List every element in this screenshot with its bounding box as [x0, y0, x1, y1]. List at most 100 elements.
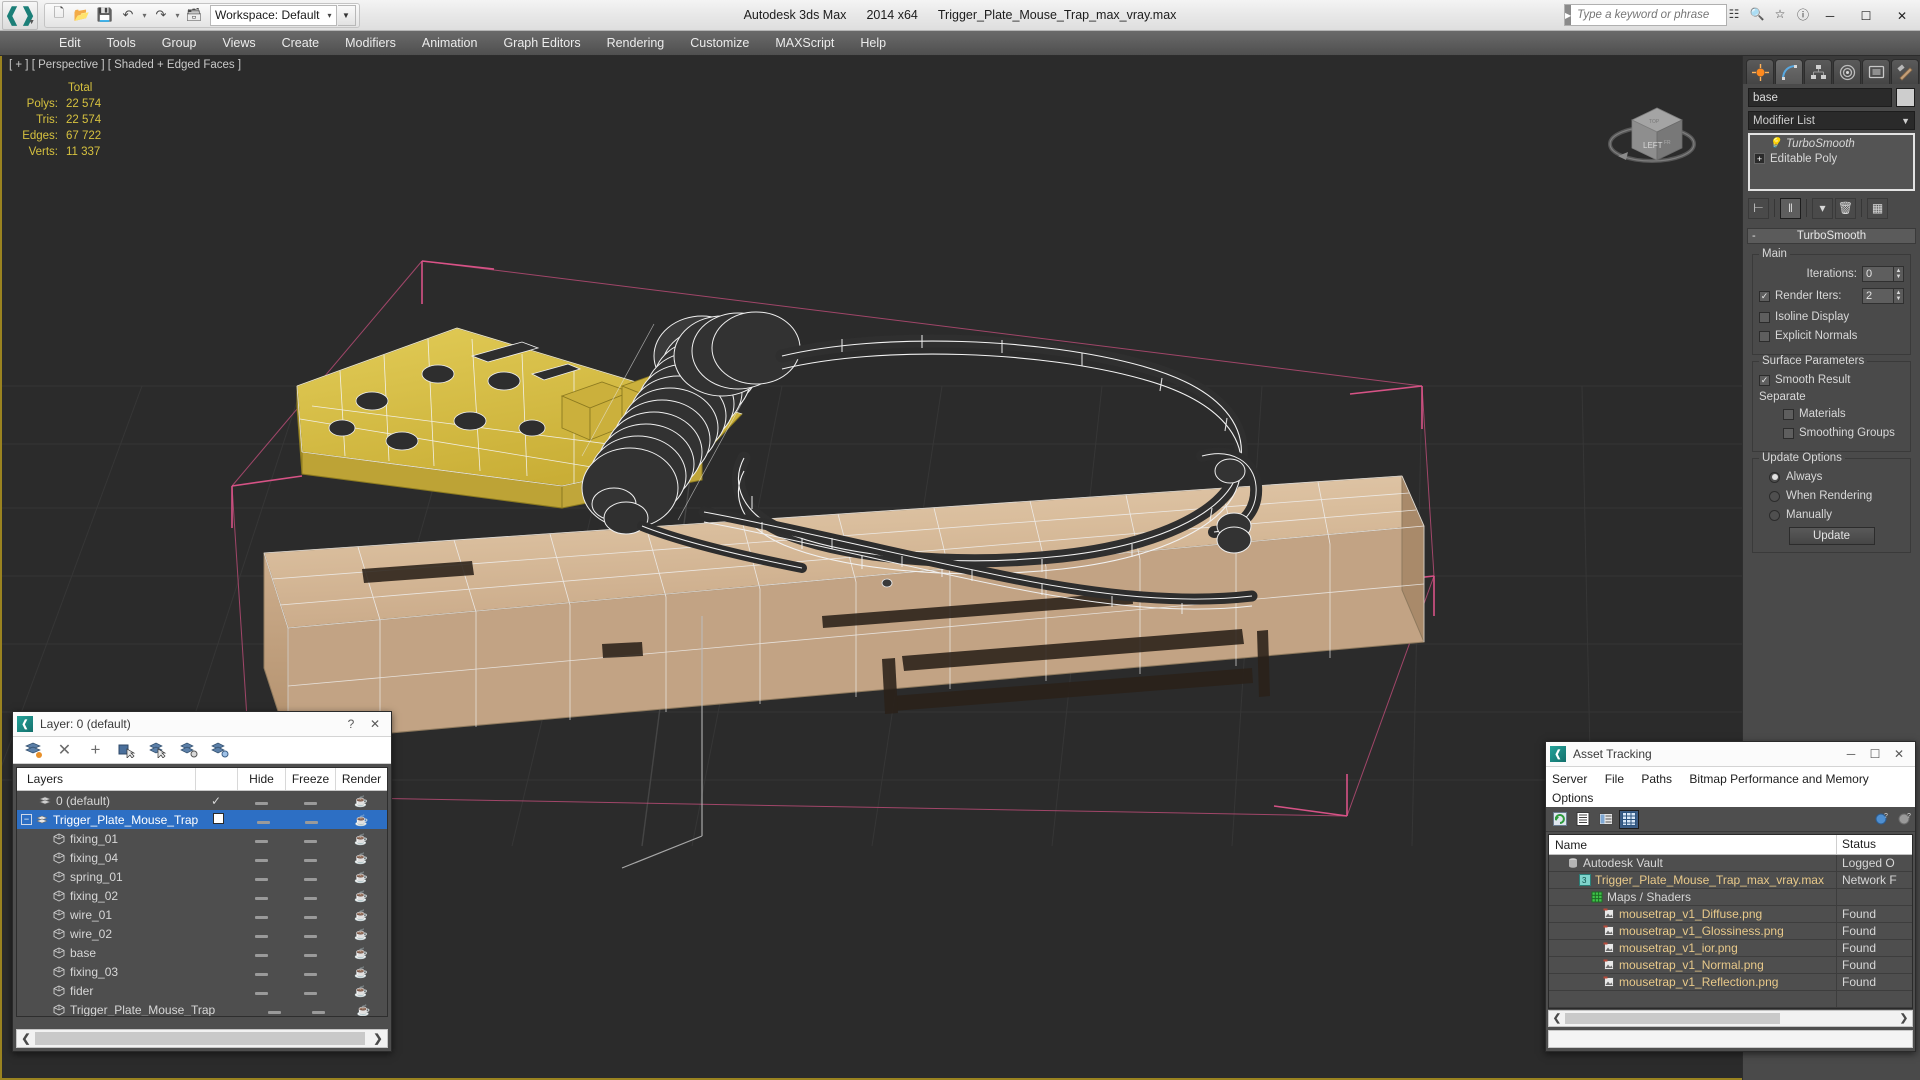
scrollbar-thumb[interactable] — [1565, 1013, 1780, 1024]
show-end-result-icon[interactable]: ‖ — [1780, 197, 1801, 219]
asset-tracking-dialog[interactable]: ❰ Asset Tracking ─ ☐ ✕ Server File Paths… — [1545, 741, 1916, 1052]
menu-tools[interactable]: Tools — [94, 31, 149, 56]
table-row[interactable]: mousetrap_v1_Diffuse.png Found — [1549, 906, 1912, 923]
smooth-result-checkbox[interactable]: ✓ — [1759, 374, 1770, 386]
pin-stack-icon[interactable]: ⊢ — [1748, 197, 1769, 219]
detail-view-icon[interactable] — [1596, 810, 1616, 829]
motion-tab[interactable] — [1833, 59, 1861, 84]
layer-freeze-toggle[interactable] — [296, 1003, 341, 1017]
explicit-normals-checkbox[interactable] — [1759, 330, 1770, 342]
layer-list[interactable]: Layers Hide Freeze Render 0 (default) ✓ … — [16, 767, 388, 1017]
layer-hide-toggle[interactable] — [237, 946, 285, 960]
layer-render-toggle[interactable]: ☕ — [335, 927, 387, 941]
menu-graph-editors[interactable]: Graph Editors — [490, 31, 593, 56]
layer-freeze-toggle[interactable] — [285, 832, 335, 846]
modifier-list-dropdown[interactable]: Modifier List ▼ — [1748, 111, 1915, 130]
modify-tab[interactable] — [1775, 59, 1803, 84]
table-row[interactable]: Autodesk Vault Logged O — [1549, 855, 1912, 872]
maximize-button[interactable]: ☐ — [1848, 0, 1884, 31]
render-iters-input[interactable]: 2 — [1862, 288, 1894, 304]
turbosmooth-rollout-header[interactable]: - TurboSmooth — [1747, 228, 1916, 244]
expander-icon[interactable]: − — [21, 814, 32, 825]
iterations-input[interactable]: 0 — [1862, 266, 1894, 282]
redo-dropdown-icon[interactable]: ▾ — [173, 11, 182, 20]
separate-materials-row[interactable]: Materials — [1759, 406, 1904, 422]
create-tab[interactable] — [1746, 59, 1774, 84]
iterations-spinner[interactable]: 0 ▲ ▼ — [1862, 266, 1904, 282]
layer-active-check[interactable] — [198, 812, 239, 827]
modifier-stack[interactable]: 💡 TurboSmooth + Editable Poly — [1748, 133, 1915, 191]
update-button[interactable]: Update — [1788, 527, 1875, 545]
menu-rendering[interactable]: Rendering — [594, 31, 678, 56]
lightbulb-icon[interactable]: 💡 — [1769, 138, 1781, 149]
subscription-icon[interactable]: 🔍 — [1748, 5, 1766, 23]
menu-group[interactable]: Group — [149, 31, 210, 56]
layer-hide-toggle[interactable] — [237, 794, 285, 808]
app-logo-button[interactable]: ❰❱ ▼ — [2, 0, 38, 30]
menu-customize[interactable]: Customize — [677, 31, 762, 56]
separate-materials-checkbox[interactable] — [1783, 408, 1794, 420]
delete-layer-icon[interactable]: ✕ — [50, 739, 79, 761]
layer-horizontal-scrollbar[interactable]: ❮ ❯ — [16, 1029, 388, 1048]
asset-menu-bitmap[interactable]: Bitmap Performance and Memory — [1689, 772, 1868, 786]
layer-hide-toggle[interactable] — [237, 832, 285, 846]
utilities-tab[interactable] — [1891, 59, 1919, 84]
layer-dialog[interactable]: ❰ Layer: 0 (default) ? ✕ ✕ + Layers Hide… — [12, 711, 392, 1052]
table-row[interactable]: wire_02 ☕ — [17, 924, 387, 943]
table-row[interactable]: spring_01 ☕ — [17, 867, 387, 886]
table-row[interactable]: − Trigger_Plate_Mouse_Trap ☕ — [17, 810, 387, 829]
table-row[interactable]: mousetrap_v1_Reflection.png Found — [1549, 974, 1912, 991]
explicit-normals-row[interactable]: Explicit Normals — [1759, 328, 1904, 344]
hierarchy-tab[interactable] — [1804, 59, 1832, 84]
render-iters-spinner[interactable]: 2 ▲ ▼ — [1862, 288, 1904, 304]
layer-freeze-toggle[interactable] — [285, 870, 335, 884]
asset-menu-paths[interactable]: Paths — [1641, 772, 1672, 786]
viewport-label[interactable]: [ + ] [ Perspective ] [ Shaded + Edged F… — [9, 59, 241, 71]
update-when-rendering-row[interactable]: When Rendering — [1759, 488, 1904, 504]
remove-modifier-icon[interactable]: 🗑 — [1835, 197, 1856, 219]
new-layer-icon[interactable] — [19, 739, 48, 761]
table-row[interactable]: wire_01 ☕ — [17, 905, 387, 924]
layer-freeze-toggle[interactable] — [285, 984, 335, 998]
display-tab[interactable] — [1862, 59, 1890, 84]
favorites-icon[interactable]: ☆ — [1771, 5, 1789, 23]
scrollbar-thumb[interactable] — [35, 1032, 365, 1045]
close-button[interactable]: ✕ — [1884, 0, 1920, 31]
add-layer-icon[interactable]: + — [81, 739, 110, 761]
table-row[interactable]: mousetrap_v1_ior.png Found — [1549, 940, 1912, 957]
table-row[interactable] — [1549, 991, 1912, 1008]
layer-render-toggle[interactable]: ☕ — [335, 889, 387, 903]
separate-smoothing-groups-row[interactable]: Smoothing Groups — [1759, 425, 1904, 441]
layer-hide-toggle[interactable] — [239, 813, 286, 827]
layer-dialog-close-button[interactable]: ✕ — [363, 717, 387, 731]
layer-render-toggle[interactable]: ☕ — [335, 965, 387, 979]
asset-menu-file[interactable]: File — [1605, 772, 1624, 786]
workspace-dropdown-button[interactable]: ▼ — [337, 4, 356, 26]
table-row[interactable]: Trigger_Plate_Mouse_Trap ☕ — [17, 1000, 387, 1017]
table-row[interactable]: fixing_02 ☕ — [17, 886, 387, 905]
layer-render-toggle[interactable]: ☕ — [336, 813, 387, 827]
menu-edit[interactable]: Edit — [46, 31, 94, 56]
layer-hide-toggle[interactable] — [237, 965, 285, 979]
asset-dialog-minimize-button[interactable]: ─ — [1839, 747, 1863, 761]
search-box[interactable]: ▶ — [1564, 4, 1734, 26]
layer-hide-toggle[interactable] — [237, 870, 285, 884]
asset-menu-options[interactable]: Options — [1552, 791, 1593, 805]
layer-hide-toggle[interactable] — [253, 1003, 296, 1017]
layer-freeze-toggle[interactable] — [285, 965, 335, 979]
save-icon[interactable]: 💾 — [94, 5, 116, 26]
table-row[interactable]: fixing_03 ☕ — [17, 962, 387, 981]
scroll-left-icon[interactable]: ❮ — [17, 1032, 35, 1045]
minimize-button[interactable]: ─ — [1812, 0, 1848, 31]
asset-list[interactable]: Name Status Autodesk Vault Logged O 3 Tr… — [1548, 834, 1913, 1009]
asset-dialog-maximize-button[interactable]: ☐ — [1863, 747, 1887, 761]
highlight-selected-icon[interactable] — [174, 739, 203, 761]
table-row[interactable]: mousetrap_v1_Glossiness.png Found — [1549, 923, 1912, 940]
layer-properties-icon[interactable] — [205, 739, 234, 761]
modifier-stack-item-turbosmooth[interactable]: 💡 TurboSmooth — [1751, 136, 1912, 151]
expand-icon[interactable]: + — [1754, 153, 1765, 164]
layer-hide-toggle[interactable] — [237, 984, 285, 998]
open-icon[interactable]: 📂 — [71, 5, 93, 26]
object-name-field[interactable]: base — [1748, 88, 1892, 107]
scroll-left-icon[interactable]: ❮ — [1549, 1013, 1565, 1024]
